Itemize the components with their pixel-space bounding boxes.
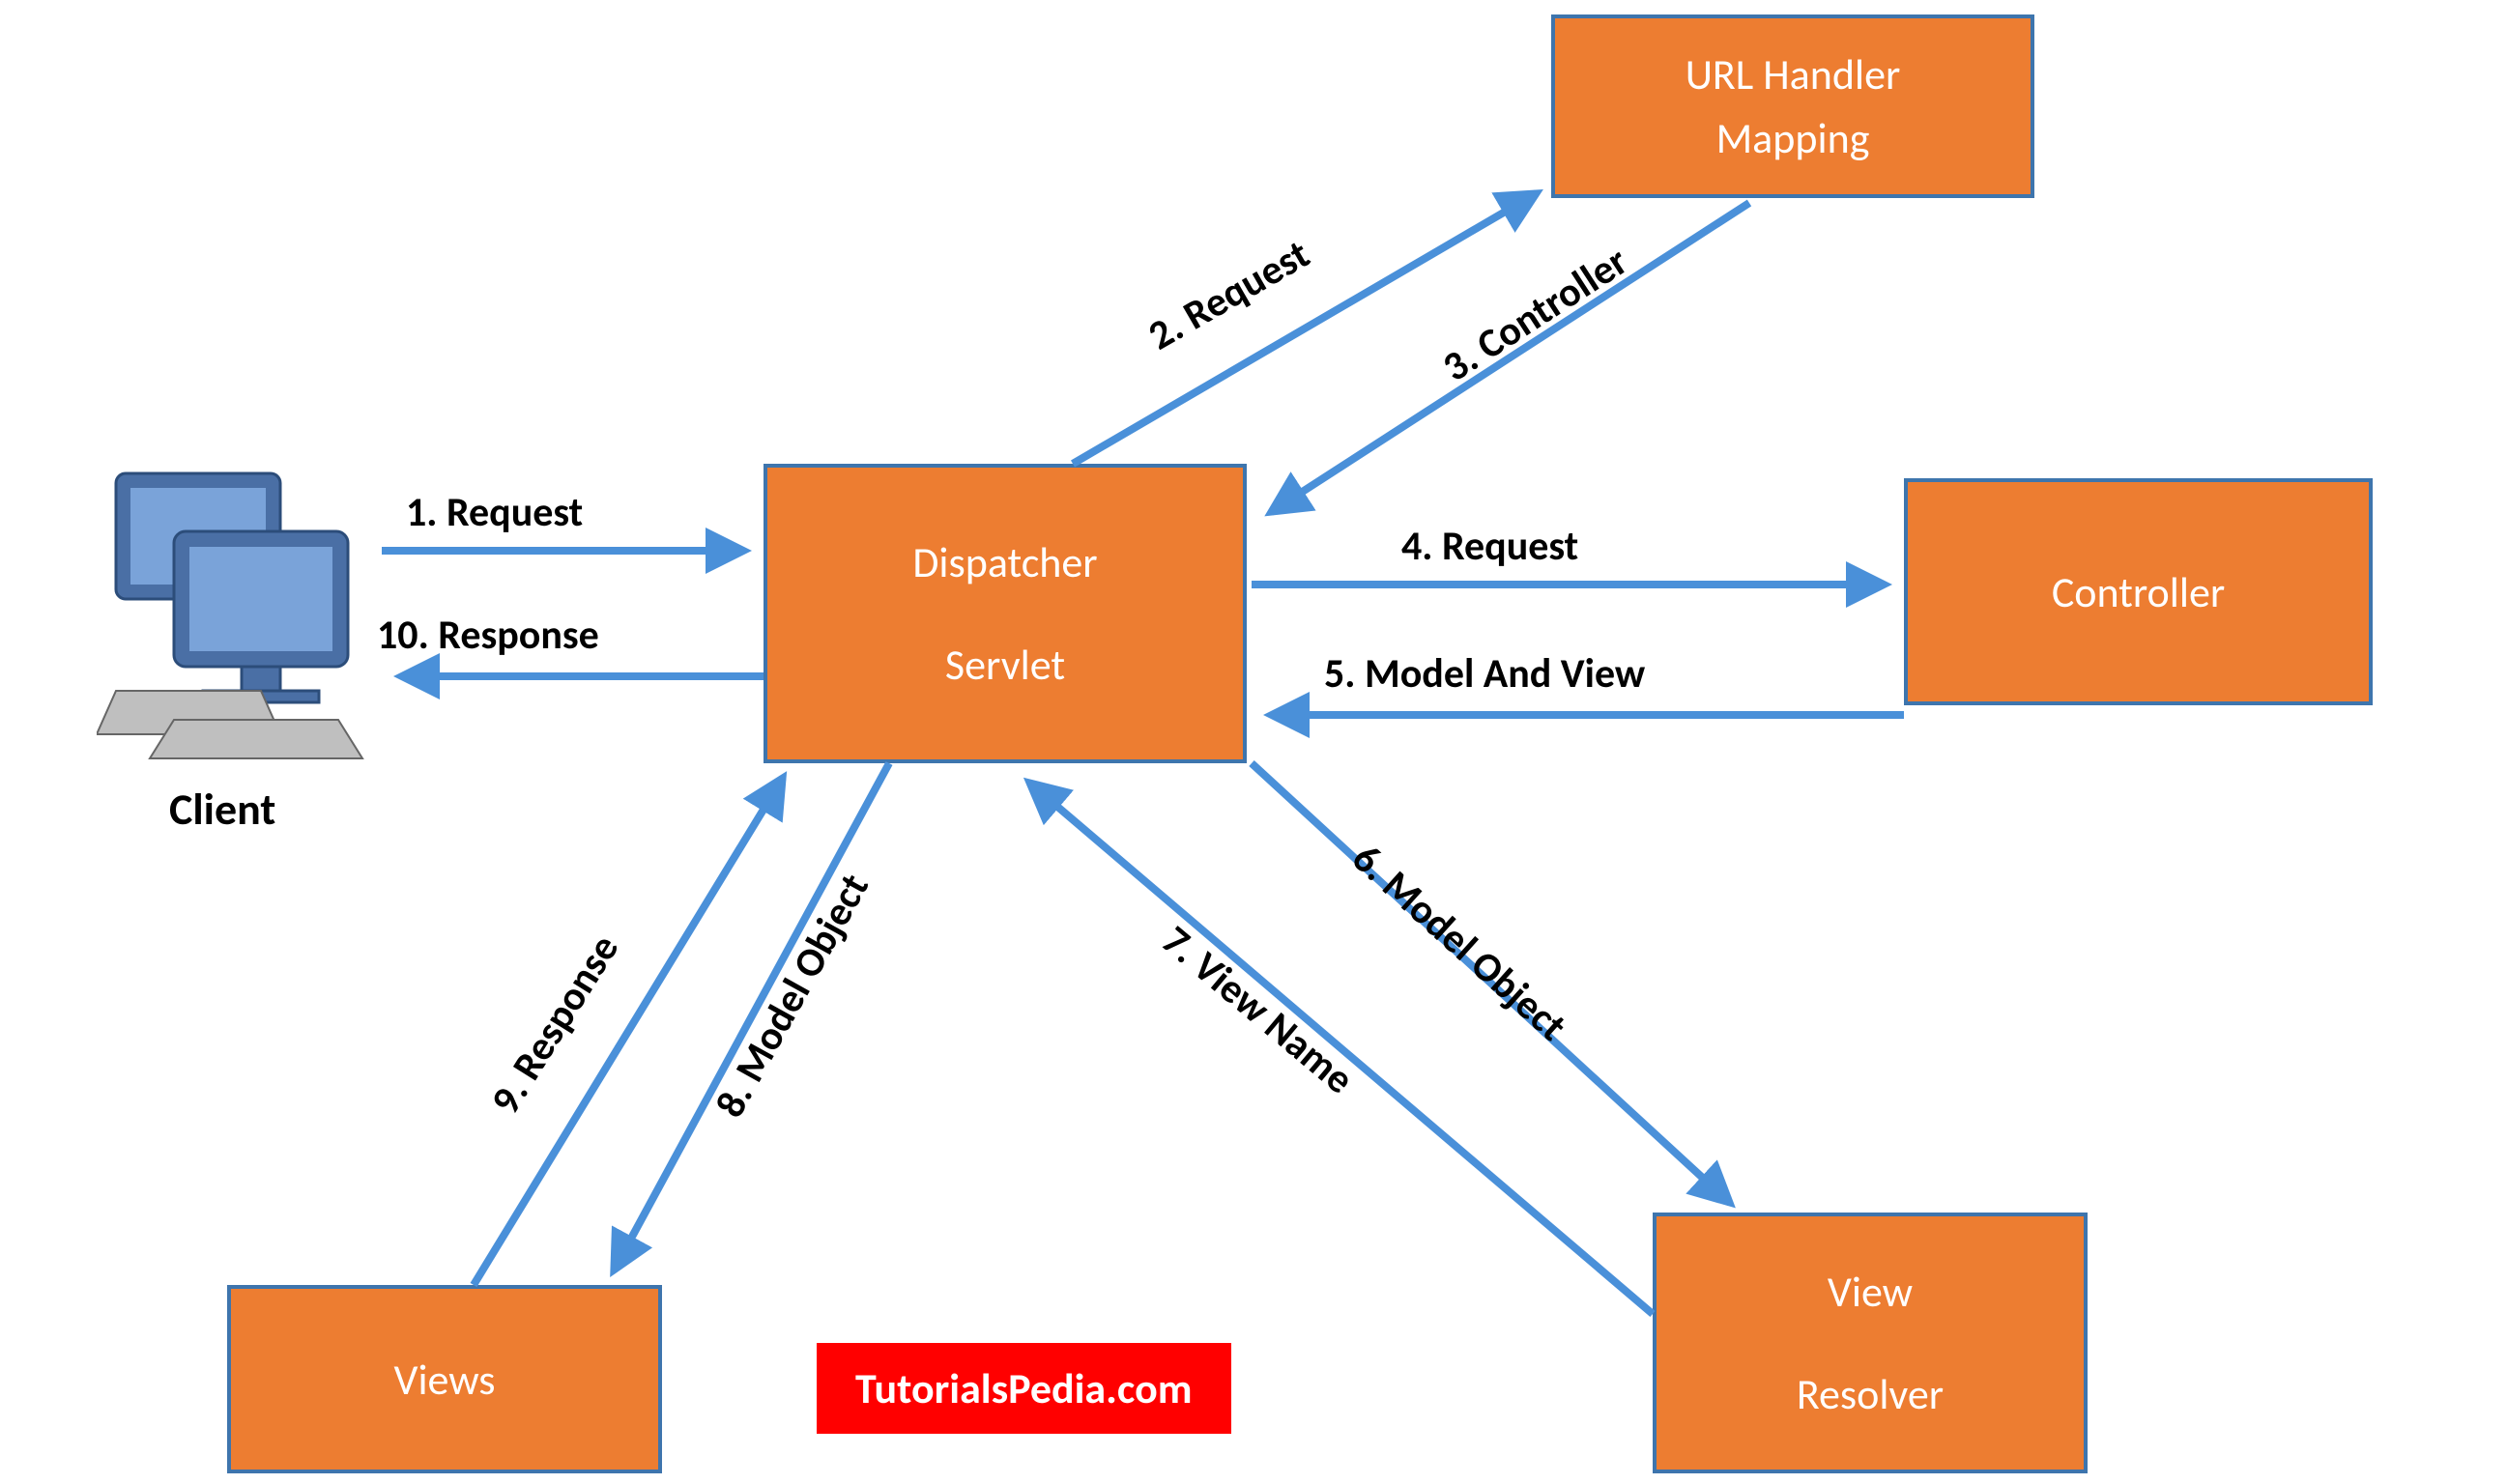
label-2-request: 2. Request [1140, 230, 1318, 361]
client-label: Client [169, 783, 275, 837]
label-9-response: 9. Response [480, 927, 629, 1124]
view-resolver-text-2: Resolver [1797, 1362, 1944, 1426]
watermark: TutorialsPedia.com [817, 1343, 1231, 1434]
controller-text: Controller [2052, 560, 2225, 624]
label-4-request: 4. Request [1401, 522, 1578, 571]
label-6-model-object: 6. Model Object [1342, 834, 1576, 1051]
view-resolver-text-1: View [1828, 1260, 1913, 1324]
label-5-model-and-view: 5. Model And View [1324, 649, 1645, 699]
url-handler-text-1: URL Handler [1686, 43, 1901, 106]
client-icon [97, 454, 377, 763]
label-8-model-object: 8. Model Object [706, 866, 879, 1126]
label-7-view-name: 7. View Name [1152, 916, 1364, 1104]
url-handler-text-2: Mapping [1716, 106, 1870, 170]
label-3-controller: 3. Controller [1434, 237, 1637, 392]
url-handler-mapping-box: URL Handler Mapping [1551, 14, 2034, 198]
diagram-canvas: Client URL Handler Mapping Dispatcher Se… [0, 0, 2507, 1484]
dispatcher-text-2: Servlet [945, 633, 1065, 697]
views-text: Views [393, 1348, 495, 1412]
dispatcher-text-1: Dispatcher [912, 530, 1097, 594]
controller-box: Controller [1904, 478, 2373, 705]
label-1-request: 1. Request [406, 488, 583, 537]
view-resolver-box: View Resolver [1653, 1213, 2088, 1473]
dispatcher-servlet-box: Dispatcher Servlet [764, 464, 1247, 763]
label-10-response: 10. Response [377, 611, 599, 660]
views-box: Views [227, 1285, 662, 1473]
